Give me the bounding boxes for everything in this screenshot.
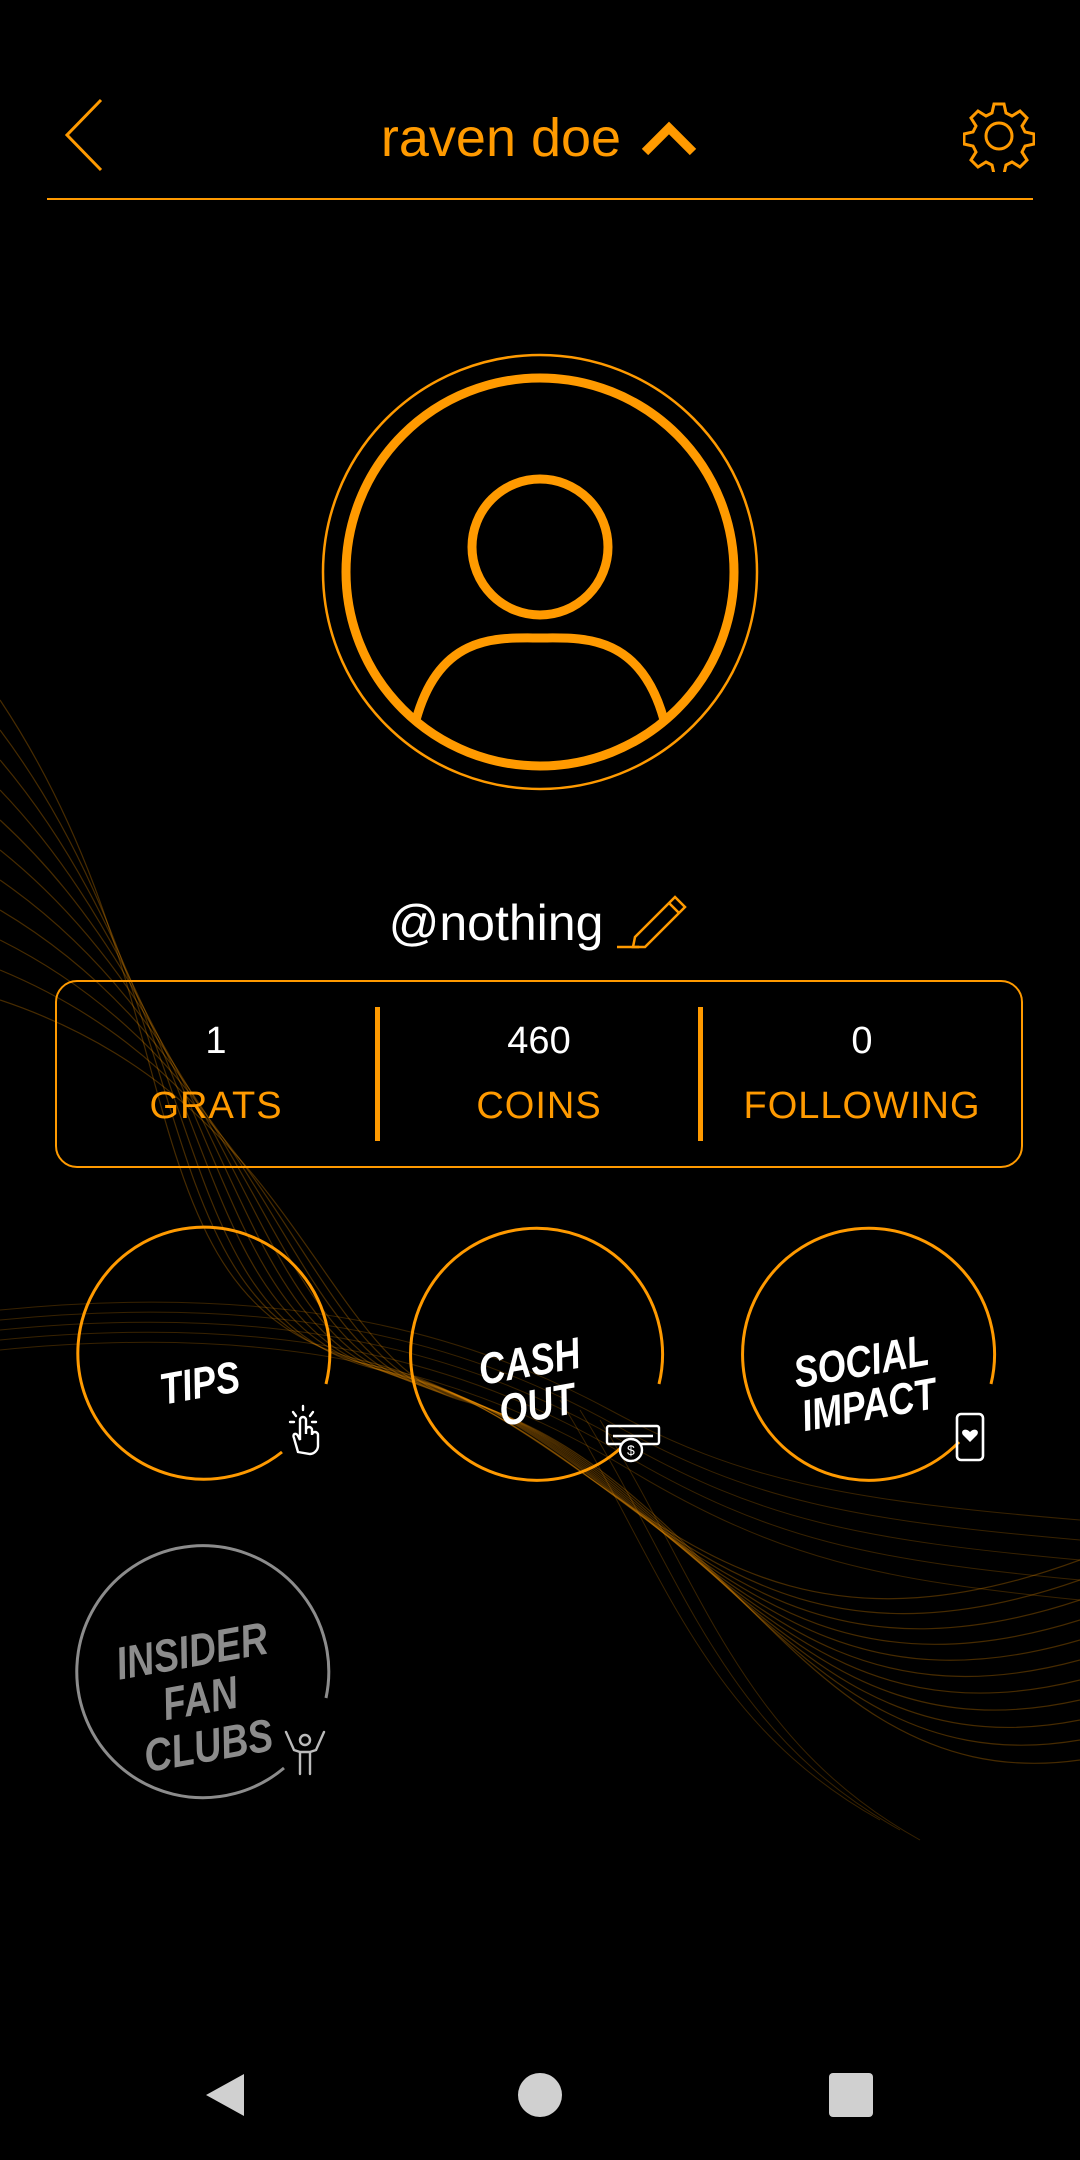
phone-heart-icon [955,1412,985,1462]
cash-out-icon: $ [605,1424,661,1463]
profile-avatar[interactable] [320,352,760,792]
stat-value: 0 [851,1020,873,1062]
stat-grats[interactable]: 1 GRATS [57,1020,375,1128]
gear-icon [963,102,1035,172]
stat-following[interactable]: 0 FOLLOWING [703,1020,1021,1128]
cash-out-button[interactable]: CASH OUT $ [405,1226,665,1512]
stat-label: GRATS [149,1085,283,1127]
stat-label: COINS [476,1085,602,1127]
nav-back-icon[interactable] [200,2070,250,2120]
chevron-up-icon [641,121,697,156]
username: @nothing [388,895,604,951]
stat-label: FOLLOWING [743,1085,981,1127]
profile-name-title: raven doe [380,108,622,168]
user-avatar-icon [321,353,759,791]
account-switcher[interactable]: raven doe [0,98,1080,178]
stat-coins[interactable]: 460 COINS [380,1020,698,1128]
stat-value: 460 [507,1020,571,1062]
fan-cheer-icon [284,1730,326,1776]
stat-value: 1 [205,1020,227,1062]
tips-label: TIPS [156,1352,244,1415]
settings-button[interactable] [958,95,1040,177]
nav-recents-icon[interactable] [829,2073,873,2117]
tap-hand-icon [288,1404,320,1456]
stats-panel: 1 GRATS 460 COINS 0 FOLLOWING [55,980,1023,1168]
svg-text:$: $ [627,1442,635,1458]
top-bar: raven doe [0,0,1080,205]
insider-fan-clubs-button[interactable]: INSIDER FAN CLUBS [72,1544,331,1826]
nav-home-icon[interactable] [518,2073,562,2117]
username-row: @nothing [0,888,1080,958]
pencil-icon [617,895,688,949]
header-divider [47,198,1033,200]
system-navigation-bar [0,2030,1080,2160]
tips-button[interactable]: TIPS [72,1225,332,1512]
social-impact-button[interactable]: SOCIAL IMPACT [737,1226,997,1512]
edit-username-button[interactable] [613,893,691,953]
